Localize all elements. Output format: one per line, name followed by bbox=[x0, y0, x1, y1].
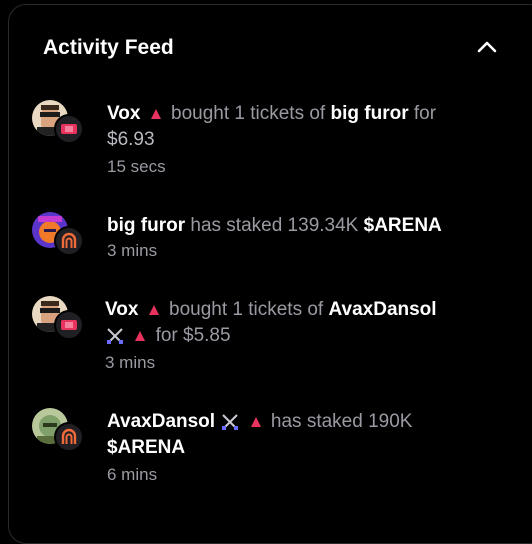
feed-action-text: bought 1 tickets of bbox=[171, 103, 326, 124]
user-name-link[interactable]: Vox bbox=[105, 299, 138, 320]
arena-badge bbox=[54, 422, 84, 452]
activity-feed-title: Activity Feed bbox=[43, 36, 174, 59]
chevron-up-icon bbox=[477, 41, 497, 53]
activity-feed-panel: Activity Feed bbox=[8, 4, 532, 544]
feed-item-text: Vox bought 1 tickets of big furor for $6… bbox=[107, 101, 507, 153]
user-avatar-group[interactable] bbox=[32, 296, 84, 340]
feed-item-text: Vox bought 1 tickets of AvaxDansol for $… bbox=[105, 297, 505, 349]
target-name-link[interactable]: big furor bbox=[331, 103, 409, 124]
feed-action-text: has staked 190K bbox=[270, 411, 413, 432]
feed-suffix-text: for bbox=[413, 103, 437, 124]
feed-item-text: AvaxDansol has staked 190K $ARENA bbox=[107, 409, 507, 461]
token-label: $ARENA bbox=[363, 215, 442, 236]
ticket-icon bbox=[61, 320, 77, 330]
crossed-swords-icon bbox=[107, 328, 123, 344]
timestamp: 3 mins bbox=[105, 353, 156, 372]
user-avatar-group[interactable] bbox=[32, 408, 84, 452]
timestamp: 15 secs bbox=[107, 157, 166, 176]
ticket-badge bbox=[54, 310, 84, 340]
ticket-icon bbox=[61, 124, 77, 134]
timestamp: 3 mins bbox=[107, 241, 158, 260]
user-name-link[interactable]: Vox bbox=[107, 103, 140, 124]
feed-suffix-text: for $5.85 bbox=[155, 325, 231, 346]
crossed-swords-icon bbox=[222, 414, 239, 430]
token-label: $ARENA bbox=[107, 437, 186, 458]
user-avatar-group[interactable] bbox=[32, 100, 84, 144]
timestamp: 6 mins bbox=[107, 465, 158, 484]
ticket-badge bbox=[54, 114, 84, 144]
target-name-link[interactable]: AvaxDansol bbox=[329, 299, 437, 320]
user-avatar-group[interactable] bbox=[32, 212, 84, 256]
collapse-button[interactable] bbox=[473, 35, 501, 61]
activity-feed-header: Activity Feed bbox=[43, 35, 532, 67]
arena-logo-icon bbox=[61, 428, 77, 444]
rank-up-icon bbox=[135, 330, 146, 341]
user-name-link[interactable]: AvaxDansol bbox=[107, 411, 215, 432]
feed-action-text: has staked 139.34K bbox=[190, 215, 359, 236]
feed-action-text: bought 1 tickets of bbox=[169, 299, 324, 320]
rank-up-icon bbox=[250, 416, 261, 427]
rank-up-icon bbox=[148, 304, 159, 315]
feed-item-text: big furor has staked 139.34K $ARENA bbox=[107, 213, 507, 239]
amount-value: $6.93 bbox=[107, 129, 155, 150]
rank-up-icon bbox=[150, 108, 161, 119]
arena-logo-icon bbox=[61, 232, 77, 248]
arena-badge bbox=[54, 226, 84, 256]
user-name-link[interactable]: big furor bbox=[107, 215, 185, 236]
